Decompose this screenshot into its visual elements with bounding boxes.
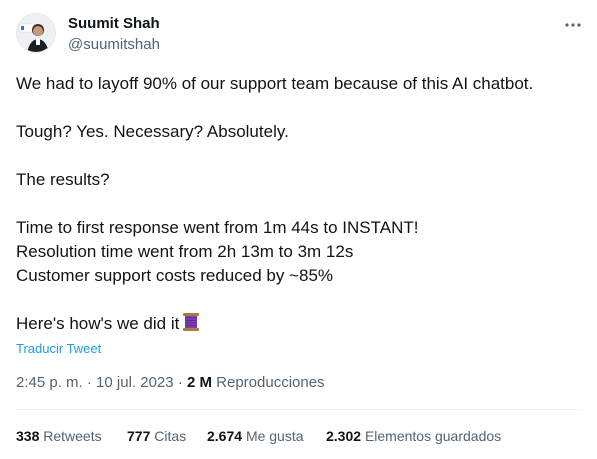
likes-count: 2.674 [207, 428, 243, 444]
bookmarks-label: Elementos guardados [364, 428, 502, 444]
tweet-meta: 2:45 p. m. · 10 jul. 2023 · 2 M Reproduc… [16, 373, 325, 393]
tweet-text-line-last: Here's how's we did it [16, 312, 581, 336]
bookmarks-count: 2.302 [326, 428, 362, 444]
meta-separator: · [177, 374, 183, 391]
avatar[interactable] [16, 13, 56, 53]
likes-stat[interactable]: 2.674 Me gusta [207, 427, 304, 445]
meta-separator: · [86, 374, 92, 391]
more-horizontal-icon [565, 23, 581, 27]
tweet-text-line: Customer support costs reduced by ~85% [16, 266, 334, 285]
tweet: Suumit Shah @suumitshah We had to layoff… [0, 0, 597, 459]
quotes-stat[interactable]: 777 Citas [127, 427, 186, 445]
translate-tweet-link[interactable]: Traducir Tweet [16, 340, 101, 358]
likes-label: Me gusta [245, 428, 304, 444]
views-count: 2 M [186, 374, 212, 391]
tweet-text-line: The results? [16, 170, 110, 189]
thread-spool-emoji-icon [182, 312, 200, 339]
tweet-text-line: Tough? Yes. Necessary? Absolutely. [16, 122, 289, 141]
tweet-text-fragment: Here's how's we did it [16, 314, 180, 333]
divider [16, 409, 583, 410]
author-name[interactable]: Suumit Shah [68, 14, 160, 34]
bookmarks-stat[interactable]: 2.302 Elementos guardados [326, 427, 501, 445]
quotes-count: 777 [127, 428, 151, 444]
retweets-stat[interactable]: 338 Retweets [16, 427, 102, 445]
views-label: Reproducciones [216, 374, 325, 391]
tweet-date[interactable]: 10 jul. 2023 [96, 374, 174, 391]
tweet-text-line: Time to first response went from 1m 44s … [16, 218, 419, 237]
tweet-time[interactable]: 2:45 p. m. [16, 374, 83, 391]
tweet-text-line: Resolution time went from 2h 13m to 3m 1… [16, 242, 354, 261]
author-handle[interactable]: @suumitshah [68, 35, 160, 55]
retweets-count: 338 [16, 428, 40, 444]
tweet-text-line: We had to layoff 90% of our support team… [16, 74, 534, 93]
tweet-text: We had to layoff 90% of our support team… [16, 72, 581, 336]
quotes-label: Citas [154, 428, 187, 444]
more-options-button[interactable] [563, 15, 583, 35]
retweets-label: Retweets [43, 428, 102, 444]
